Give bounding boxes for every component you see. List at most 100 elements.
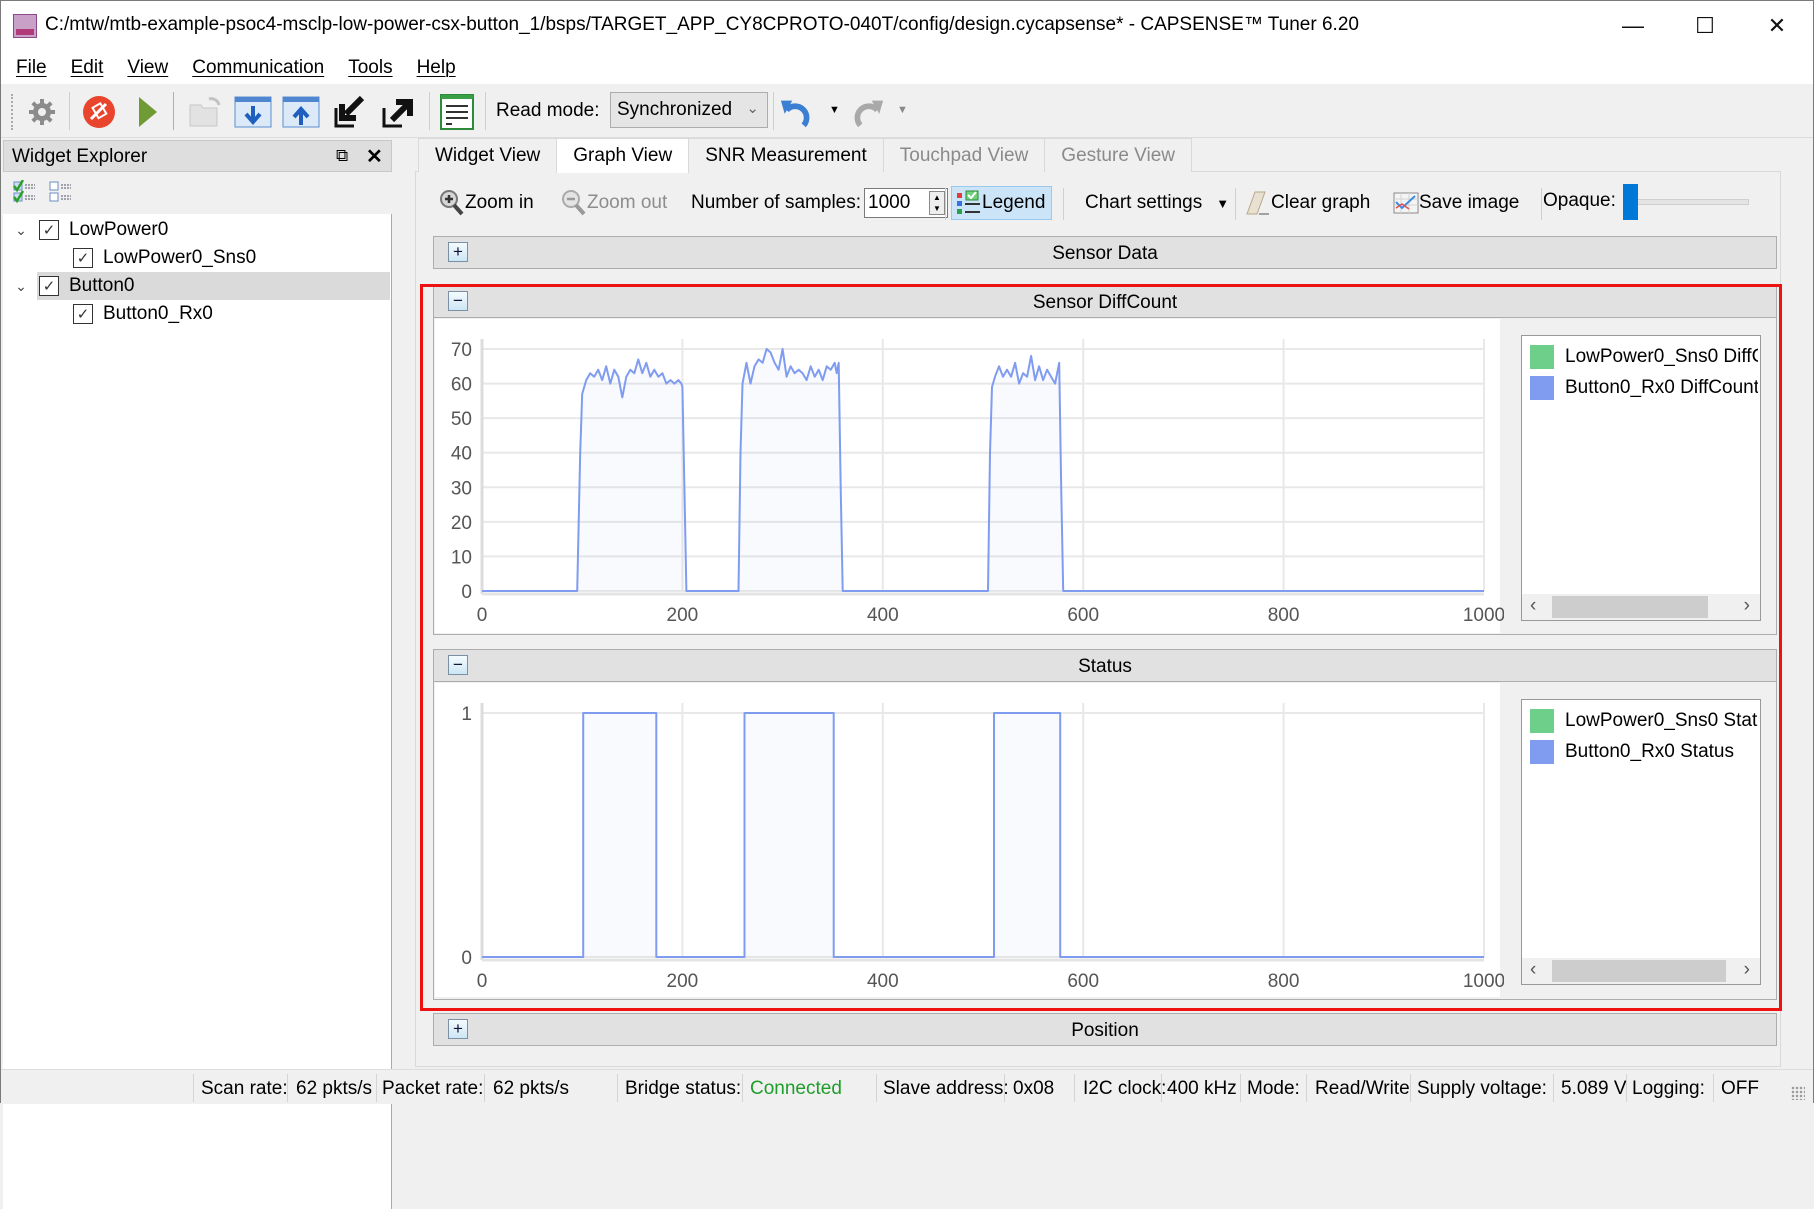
tree-item-label: Button0_Rx0 bbox=[103, 303, 213, 324]
save-image-button[interactable]: Save image bbox=[1393, 184, 1519, 222]
legend-toggle-button[interactable]: Legend bbox=[951, 186, 1053, 220]
section-title: Sensor Data bbox=[1052, 243, 1158, 264]
menu-help[interactable]: Help bbox=[408, 57, 465, 79]
mode-label: Mode: bbox=[1247, 1078, 1300, 1099]
menu-view[interactable]: View bbox=[118, 57, 177, 79]
status-separator bbox=[193, 1074, 194, 1102]
status-separator bbox=[1240, 1074, 1241, 1102]
supply-voltage-label: Supply voltage: bbox=[1417, 1078, 1547, 1099]
start-icon[interactable] bbox=[129, 93, 167, 131]
tree-item-label: LowPower0 bbox=[69, 219, 169, 240]
section-title: Position bbox=[1071, 1020, 1139, 1041]
samples-spinner[interactable]: ▲ ▼ bbox=[929, 191, 946, 215]
toolbar-separator bbox=[1541, 188, 1542, 220]
close-button[interactable]: ✕ bbox=[1741, 1, 1813, 51]
zoom-in-label: Zoom in bbox=[465, 192, 534, 213]
chart-settings-dropdown[interactable]: Chart settings ▼ bbox=[1085, 184, 1229, 222]
tab-snr-measurement[interactable]: SNR Measurement bbox=[688, 138, 884, 172]
window-title: C:/mtw/mtb-example-psoc4-msclp-low-power… bbox=[45, 14, 1359, 35]
tree-item-button0[interactable]: ⌄ ✓ Button0 bbox=[3, 272, 390, 300]
log-icon[interactable] bbox=[438, 93, 476, 131]
packet-rate-value: 62 pkts/s bbox=[493, 1078, 570, 1099]
samples-control: Number of samples: 1000 ▲ ▼ bbox=[691, 184, 949, 222]
status-separator bbox=[1713, 1074, 1714, 1102]
settings-gear-icon[interactable] bbox=[23, 93, 61, 131]
toolbar-separator bbox=[69, 92, 70, 130]
tab-widget-view[interactable]: Widget View bbox=[418, 138, 558, 172]
title-bar: C:/mtw/mtb-example-psoc4-msclp-low-power… bbox=[1, 1, 1813, 51]
tree-item-lowpower0[interactable]: ⌄ ✓ LowPower0 bbox=[3, 216, 390, 244]
chevron-down-icon[interactable]: ⌄ bbox=[13, 222, 29, 239]
status-separator bbox=[484, 1074, 485, 1102]
checkbox-lowpower0[interactable]: ✓ bbox=[39, 220, 59, 240]
float-panel-icon[interactable]: ⧉ bbox=[336, 146, 348, 166]
status-separator bbox=[376, 1074, 377, 1102]
menu-communication[interactable]: Communication bbox=[183, 57, 333, 79]
tab-graph-view[interactable]: Graph View bbox=[556, 138, 690, 173]
menu-edit[interactable]: Edit bbox=[62, 57, 113, 79]
toolbar-separator bbox=[773, 92, 774, 130]
read-mode-dropdown[interactable]: Synchronized ⌄ bbox=[610, 92, 768, 128]
chevron-down-icon[interactable]: ⌄ bbox=[13, 278, 29, 295]
read-from-device-icon[interactable] bbox=[234, 93, 272, 131]
clear-graph-button[interactable]: Clear graph bbox=[1245, 184, 1370, 222]
checkbox-button0[interactable]: ✓ bbox=[39, 276, 59, 296]
status-separator bbox=[617, 1074, 618, 1102]
open-icon bbox=[186, 93, 224, 131]
disconnect-icon[interactable] bbox=[80, 93, 118, 131]
status-bar: Scan rate: 62 pkts/s Packet rate: 62 pkt… bbox=[1, 1069, 1813, 1104]
logging-value: OFF bbox=[1721, 1078, 1759, 1099]
samples-value: 1000 bbox=[868, 192, 911, 213]
bridge-status-label: Bridge status: bbox=[625, 1078, 742, 1099]
zoom-in-button[interactable]: Zoom in bbox=[439, 184, 534, 222]
uncheck-all-icon[interactable] bbox=[49, 180, 73, 209]
minimize-button[interactable]: — bbox=[1597, 1, 1669, 51]
scan-rate-label: Scan rate: bbox=[201, 1078, 288, 1099]
export-icon[interactable] bbox=[379, 93, 417, 131]
app-icon bbox=[13, 14, 37, 38]
undo-icon[interactable] bbox=[779, 93, 817, 131]
section-sensor-data[interactable]: + Sensor Data bbox=[433, 236, 1777, 269]
section-position[interactable]: + Position bbox=[433, 1013, 1777, 1046]
menu-tools[interactable]: Tools bbox=[339, 57, 401, 79]
i2c-clock-label: I2C clock: bbox=[1083, 1078, 1167, 1099]
widget-explorer-header: Widget Explorer ⧉ ✕ bbox=[3, 140, 392, 172]
tree-item-button0-rx0[interactable]: ✓ Button0_Rx0 bbox=[3, 300, 390, 328]
toolbar-separator bbox=[1063, 188, 1064, 220]
logging-label: Logging: bbox=[1632, 1078, 1705, 1099]
import-icon[interactable] bbox=[331, 93, 369, 131]
checkbox-lowpower0-sns0[interactable]: ✓ bbox=[73, 248, 93, 268]
zoom-out-label: Zoom out bbox=[587, 192, 668, 213]
widget-explorer-tools bbox=[3, 172, 392, 214]
status-separator bbox=[1553, 1074, 1554, 1102]
status-separator bbox=[1161, 1074, 1162, 1102]
samples-input[interactable]: 1000 ▲ ▼ bbox=[864, 188, 949, 218]
status-separator bbox=[742, 1074, 743, 1102]
write-to-device-icon[interactable] bbox=[282, 93, 320, 131]
redo-dropdown-arrow-icon: ▼ bbox=[897, 104, 908, 116]
toolbar-grip[interactable] bbox=[11, 94, 14, 130]
check-all-icon[interactable] bbox=[13, 179, 37, 209]
toolbar-separator bbox=[1235, 188, 1236, 220]
status-separator bbox=[1074, 1074, 1075, 1102]
samples-label: Number of samples: bbox=[691, 192, 862, 213]
resize-grip[interactable] bbox=[1791, 1086, 1805, 1100]
opacity-slider[interactable] bbox=[1629, 199, 1749, 205]
save-image-icon bbox=[1393, 192, 1419, 214]
redo-icon bbox=[847, 93, 885, 131]
checkbox-button0-rx0[interactable]: ✓ bbox=[73, 304, 93, 324]
zoom-in-icon bbox=[440, 190, 464, 216]
undo-dropdown-arrow-icon[interactable]: ▼ bbox=[829, 104, 840, 116]
maximize-button[interactable]: ☐ bbox=[1669, 1, 1741, 51]
zoom-out-icon bbox=[562, 190, 586, 216]
close-panel-icon[interactable]: ✕ bbox=[366, 144, 383, 169]
read-mode-label: Read mode: bbox=[496, 100, 600, 121]
tree-item-label: Button0 bbox=[69, 275, 135, 296]
status-separator bbox=[1306, 1074, 1307, 1102]
toolbar-separator bbox=[485, 92, 486, 130]
menu-file[interactable]: File bbox=[7, 57, 56, 79]
save-image-label: Save image bbox=[1419, 192, 1520, 213]
opacity-slider-handle[interactable] bbox=[1623, 184, 1638, 220]
slave-address-value: 0x08 bbox=[1013, 1078, 1055, 1099]
tree-item-lowpower0-sns0[interactable]: ✓ LowPower0_Sns0 bbox=[3, 244, 390, 272]
